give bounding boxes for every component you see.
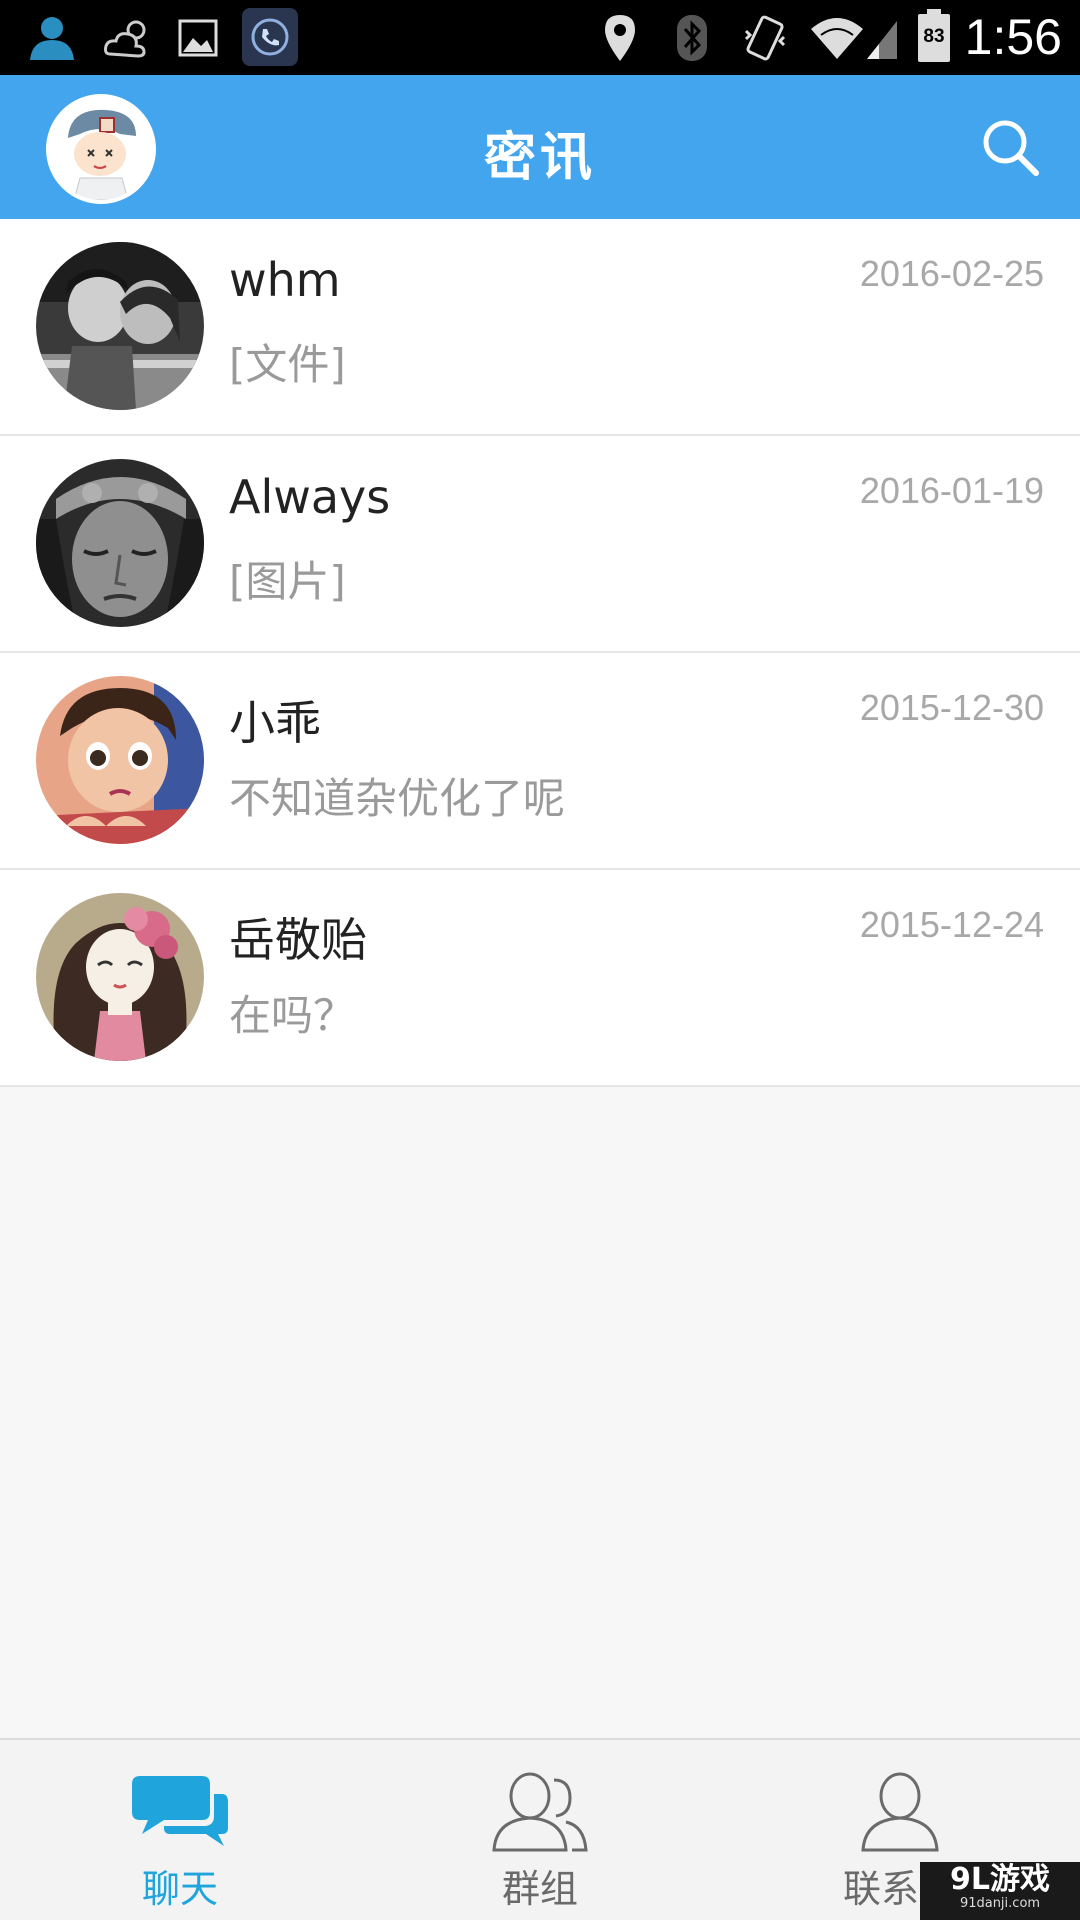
chat-date: 2016-02-25 — [859, 253, 1044, 294]
location-icon — [600, 12, 640, 64]
person-icon — [24, 12, 80, 64]
image-icon — [174, 12, 222, 64]
chat-preview: 不知道杂优化了呢 — [229, 774, 566, 823]
tab-groups[interactable]: 群组 — [360, 1740, 720, 1920]
group-icon — [360, 1772, 720, 1854]
watermark-logo: 9L游戏 91danji.com — [920, 1862, 1080, 1920]
search-icon[interactable] — [980, 117, 1042, 179]
chat-list: whm [文件] 2016-02-25 Always [图片] 2016-01-… — [0, 219, 1080, 1087]
vibrate-icon — [740, 12, 790, 64]
chat-item-xiaoguai[interactable]: 小乖 不知道杂优化了呢 2015-12-30 — [0, 653, 1080, 870]
avatar — [36, 459, 204, 627]
wifi-icon — [806, 12, 906, 64]
contact-icon — [720, 1772, 1080, 1854]
avatar — [36, 893, 204, 1061]
chat-icon — [0, 1772, 360, 1854]
chat-name: whm — [229, 253, 341, 307]
chat-name: 小乖 — [229, 696, 321, 750]
watermark-url: 91danji.com — [959, 1896, 1041, 1911]
battery-level: 83 — [923, 26, 945, 47]
chat-preview: [文件] — [229, 340, 346, 389]
watermark-text: 9L游戏 — [950, 1862, 1050, 1897]
page-title: 密讯 — [483, 128, 596, 188]
chat-preview: 在吗？ — [229, 991, 356, 1040]
chat-date: 2015-12-30 — [859, 687, 1044, 728]
tab-label: 群组 — [501, 1867, 578, 1911]
chat-item-yuejingyi[interactable]: 岳敬贻 在吗？ 2015-12-24 — [0, 870, 1080, 1087]
status-bar: 83 1:56 — [0, 0, 1080, 75]
chat-date: 2015-12-24 — [859, 904, 1044, 945]
battery-icon: 83 — [914, 9, 954, 64]
avatar — [36, 676, 204, 844]
chat-date: 2016-01-19 — [859, 470, 1044, 511]
avatar — [36, 242, 204, 410]
app-header: 密讯 — [0, 75, 1080, 219]
chat-preview: [图片] — [229, 557, 346, 606]
clock: 1:56 — [964, 9, 1062, 65]
phone-icon — [242, 8, 298, 66]
chat-name: 岳敬贻 — [229, 913, 367, 967]
bottom-nav: 聊天 群组 联系人 — [0, 1738, 1080, 1920]
bluetooth-icon — [672, 12, 712, 64]
chat-item-always[interactable]: Always [图片] 2016-01-19 — [0, 436, 1080, 653]
tab-chat[interactable]: 聊天 — [0, 1740, 360, 1920]
chat-item-whm[interactable]: whm [文件] 2016-02-25 — [0, 219, 1080, 436]
chat-name: Always — [229, 470, 391, 524]
weather-icon — [100, 12, 156, 64]
tab-label: 聊天 — [141, 1867, 218, 1911]
